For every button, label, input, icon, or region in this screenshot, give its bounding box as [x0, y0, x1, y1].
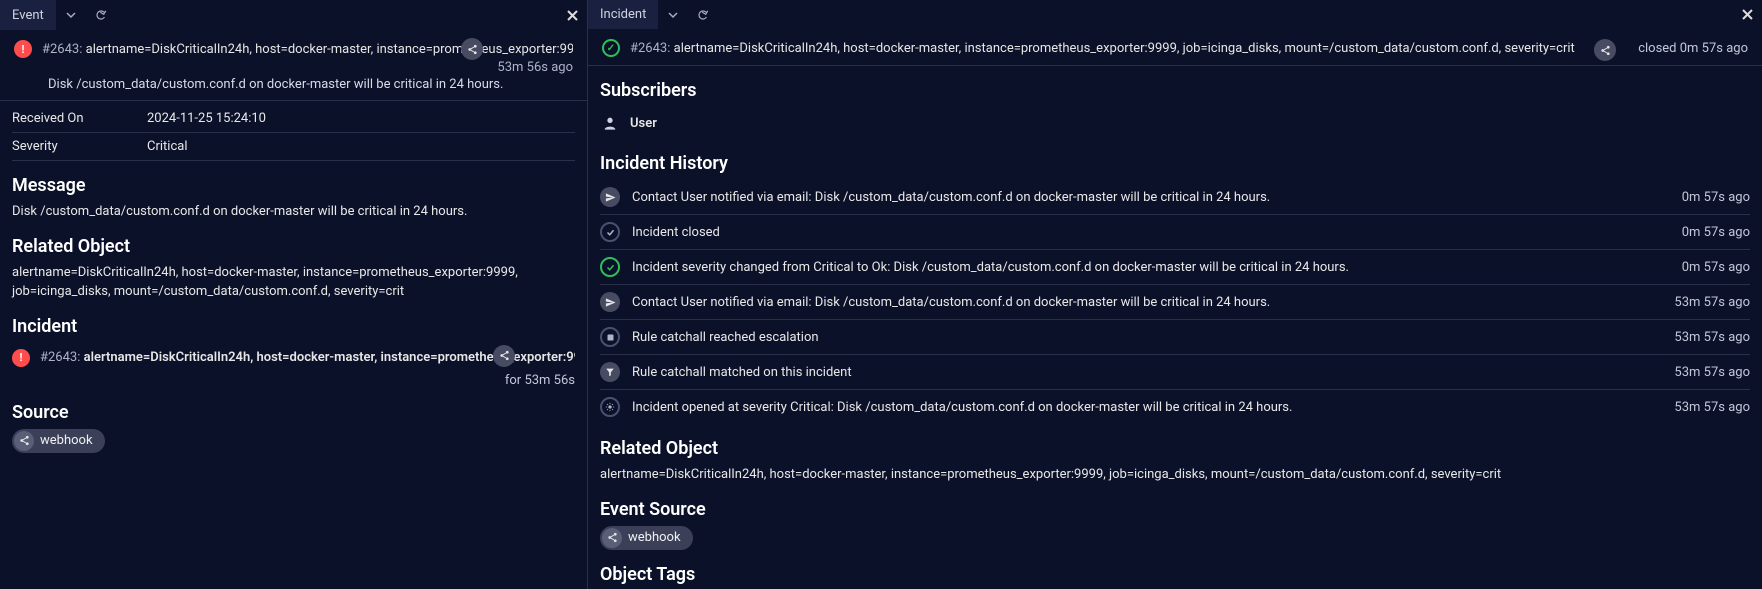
close-tab-button[interactable]	[1732, 0, 1762, 29]
event-title: alertname=DiskCriticalIn24h, host=docker…	[86, 42, 573, 57]
message-text: Disk /custom_data/custom.conf.d on docke…	[12, 202, 575, 222]
chevron-down-icon	[667, 9, 679, 21]
share-icon	[14, 431, 34, 451]
related-object-heading: Related Object	[12, 236, 575, 257]
share-icon[interactable]	[1594, 39, 1616, 61]
history-text: Rule catchall matched on this incident	[632, 365, 1662, 380]
event-number: #2643:	[42, 42, 82, 57]
source-pill[interactable]: webhook	[600, 526, 693, 550]
close-tab-button[interactable]	[557, 0, 587, 30]
incident-status-time: closed 0m 57s ago	[1638, 41, 1748, 56]
history-row[interactable]: Incident opened at severity Critical: Di…	[600, 390, 1750, 424]
incident-title: alertname=DiskCriticalIn24h, host=docker…	[674, 41, 1575, 56]
severity-value: Critical	[147, 139, 187, 154]
tab-incident[interactable]: Incident	[588, 0, 658, 29]
history-heading: Incident History	[600, 153, 1750, 174]
object-tags-heading: Object Tags	[600, 564, 1750, 585]
incident-duration: for 53m 56s	[12, 373, 575, 388]
refresh-button[interactable]	[688, 0, 718, 29]
history-text: Incident opened at severity Critical: Di…	[632, 400, 1662, 415]
source-heading: Source	[12, 402, 575, 423]
incident-number: #2643:	[40, 350, 80, 365]
received-on-label: Received On	[12, 111, 147, 126]
right-tabs: Incident	[588, 0, 1762, 29]
filter-icon	[600, 362, 620, 382]
source-pill[interactable]: webhook	[12, 429, 105, 453]
chevron-down-icon	[65, 9, 77, 21]
send-icon	[600, 292, 620, 312]
ok-icon: ✓	[602, 39, 620, 57]
history-text: Incident severity changed from Critical …	[632, 260, 1670, 275]
incident-heading: Incident	[12, 316, 575, 337]
ok-icon	[600, 257, 620, 277]
related-object-heading: Related Object	[600, 438, 1750, 459]
history-text: Contact User notified via email: Disk /c…	[632, 190, 1670, 205]
send-icon	[600, 187, 620, 207]
event-source-heading: Event Source	[600, 499, 1750, 520]
close-icon	[1742, 9, 1753, 20]
related-object-text: alertname=DiskCriticalIn24h, host=docker…	[12, 263, 575, 302]
history-row[interactable]: Contact User notified via email: Disk /c…	[600, 285, 1750, 320]
left-tabs: Event	[0, 0, 587, 30]
open-icon	[600, 397, 620, 417]
received-on-value: 2024-11-25 15:24:10	[147, 111, 266, 126]
critical-icon: !	[12, 349, 30, 367]
severity-label: Severity	[12, 139, 147, 154]
history-list: Contact User notified via email: Disk /c…	[600, 180, 1750, 424]
subscriber-name: User	[630, 116, 657, 131]
subscriber-row[interactable]: User	[600, 107, 1750, 139]
dropdown-button[interactable]	[658, 0, 688, 29]
incident-link[interactable]: ! #2643: alertname=DiskCriticalIn24h, ho…	[12, 343, 575, 373]
history-time: 53m 57s ago	[1674, 295, 1750, 310]
subscribers-heading: Subscribers	[600, 80, 1750, 101]
message-heading: Message	[12, 175, 575, 196]
history-row[interactable]: Incident severity changed from Critical …	[600, 250, 1750, 285]
share-icon[interactable]	[493, 345, 515, 367]
history-text: Rule catchall reached escalation	[632, 330, 1662, 345]
user-icon	[600, 113, 620, 133]
history-text: Incident closed	[632, 225, 1670, 240]
history-row[interactable]: Contact User notified via email: Disk /c…	[600, 180, 1750, 215]
related-object-text: alertname=DiskCriticalIn24h, host=docker…	[600, 465, 1750, 485]
history-time: 0m 57s ago	[1682, 190, 1750, 205]
history-time: 53m 57s ago	[1674, 330, 1750, 345]
source-pill-label: webhook	[628, 530, 681, 545]
history-row[interactable]: Rule catchall reached escalation 53m 57s …	[600, 320, 1750, 355]
critical-icon: !	[14, 40, 32, 58]
history-row[interactable]: Incident closed 0m 57s ago	[600, 215, 1750, 250]
close-icon	[567, 10, 578, 21]
history-time: 0m 57s ago	[1682, 260, 1750, 275]
tab-event[interactable]: Event	[0, 0, 56, 30]
history-time: 53m 57s ago	[1674, 365, 1750, 380]
source-pill-label: webhook	[40, 433, 93, 448]
event-header: ! #2643: alertname=DiskCriticalIn24h, ho…	[0, 30, 587, 66]
check-icon	[600, 222, 620, 242]
incident-number: #2643:	[630, 41, 670, 56]
share-icon	[602, 528, 622, 548]
history-time: 0m 57s ago	[1682, 225, 1750, 240]
dropdown-button[interactable]	[56, 0, 86, 30]
history-row[interactable]: Rule catchall matched on this incident 53…	[600, 355, 1750, 390]
share-icon[interactable]	[461, 38, 483, 60]
refresh-button[interactable]	[86, 0, 116, 30]
refresh-icon	[697, 9, 709, 21]
history-time: 53m 57s ago	[1674, 400, 1750, 415]
event-subtitle: Disk /custom_data/custom.conf.d on docke…	[0, 75, 587, 100]
refresh-icon	[95, 9, 107, 21]
history-text: Contact User notified via email: Disk /c…	[632, 295, 1662, 310]
incident-header: ✓ #2643: alertname=DiskCriticalIn24h, ho…	[588, 29, 1762, 65]
escalate-icon	[600, 327, 620, 347]
